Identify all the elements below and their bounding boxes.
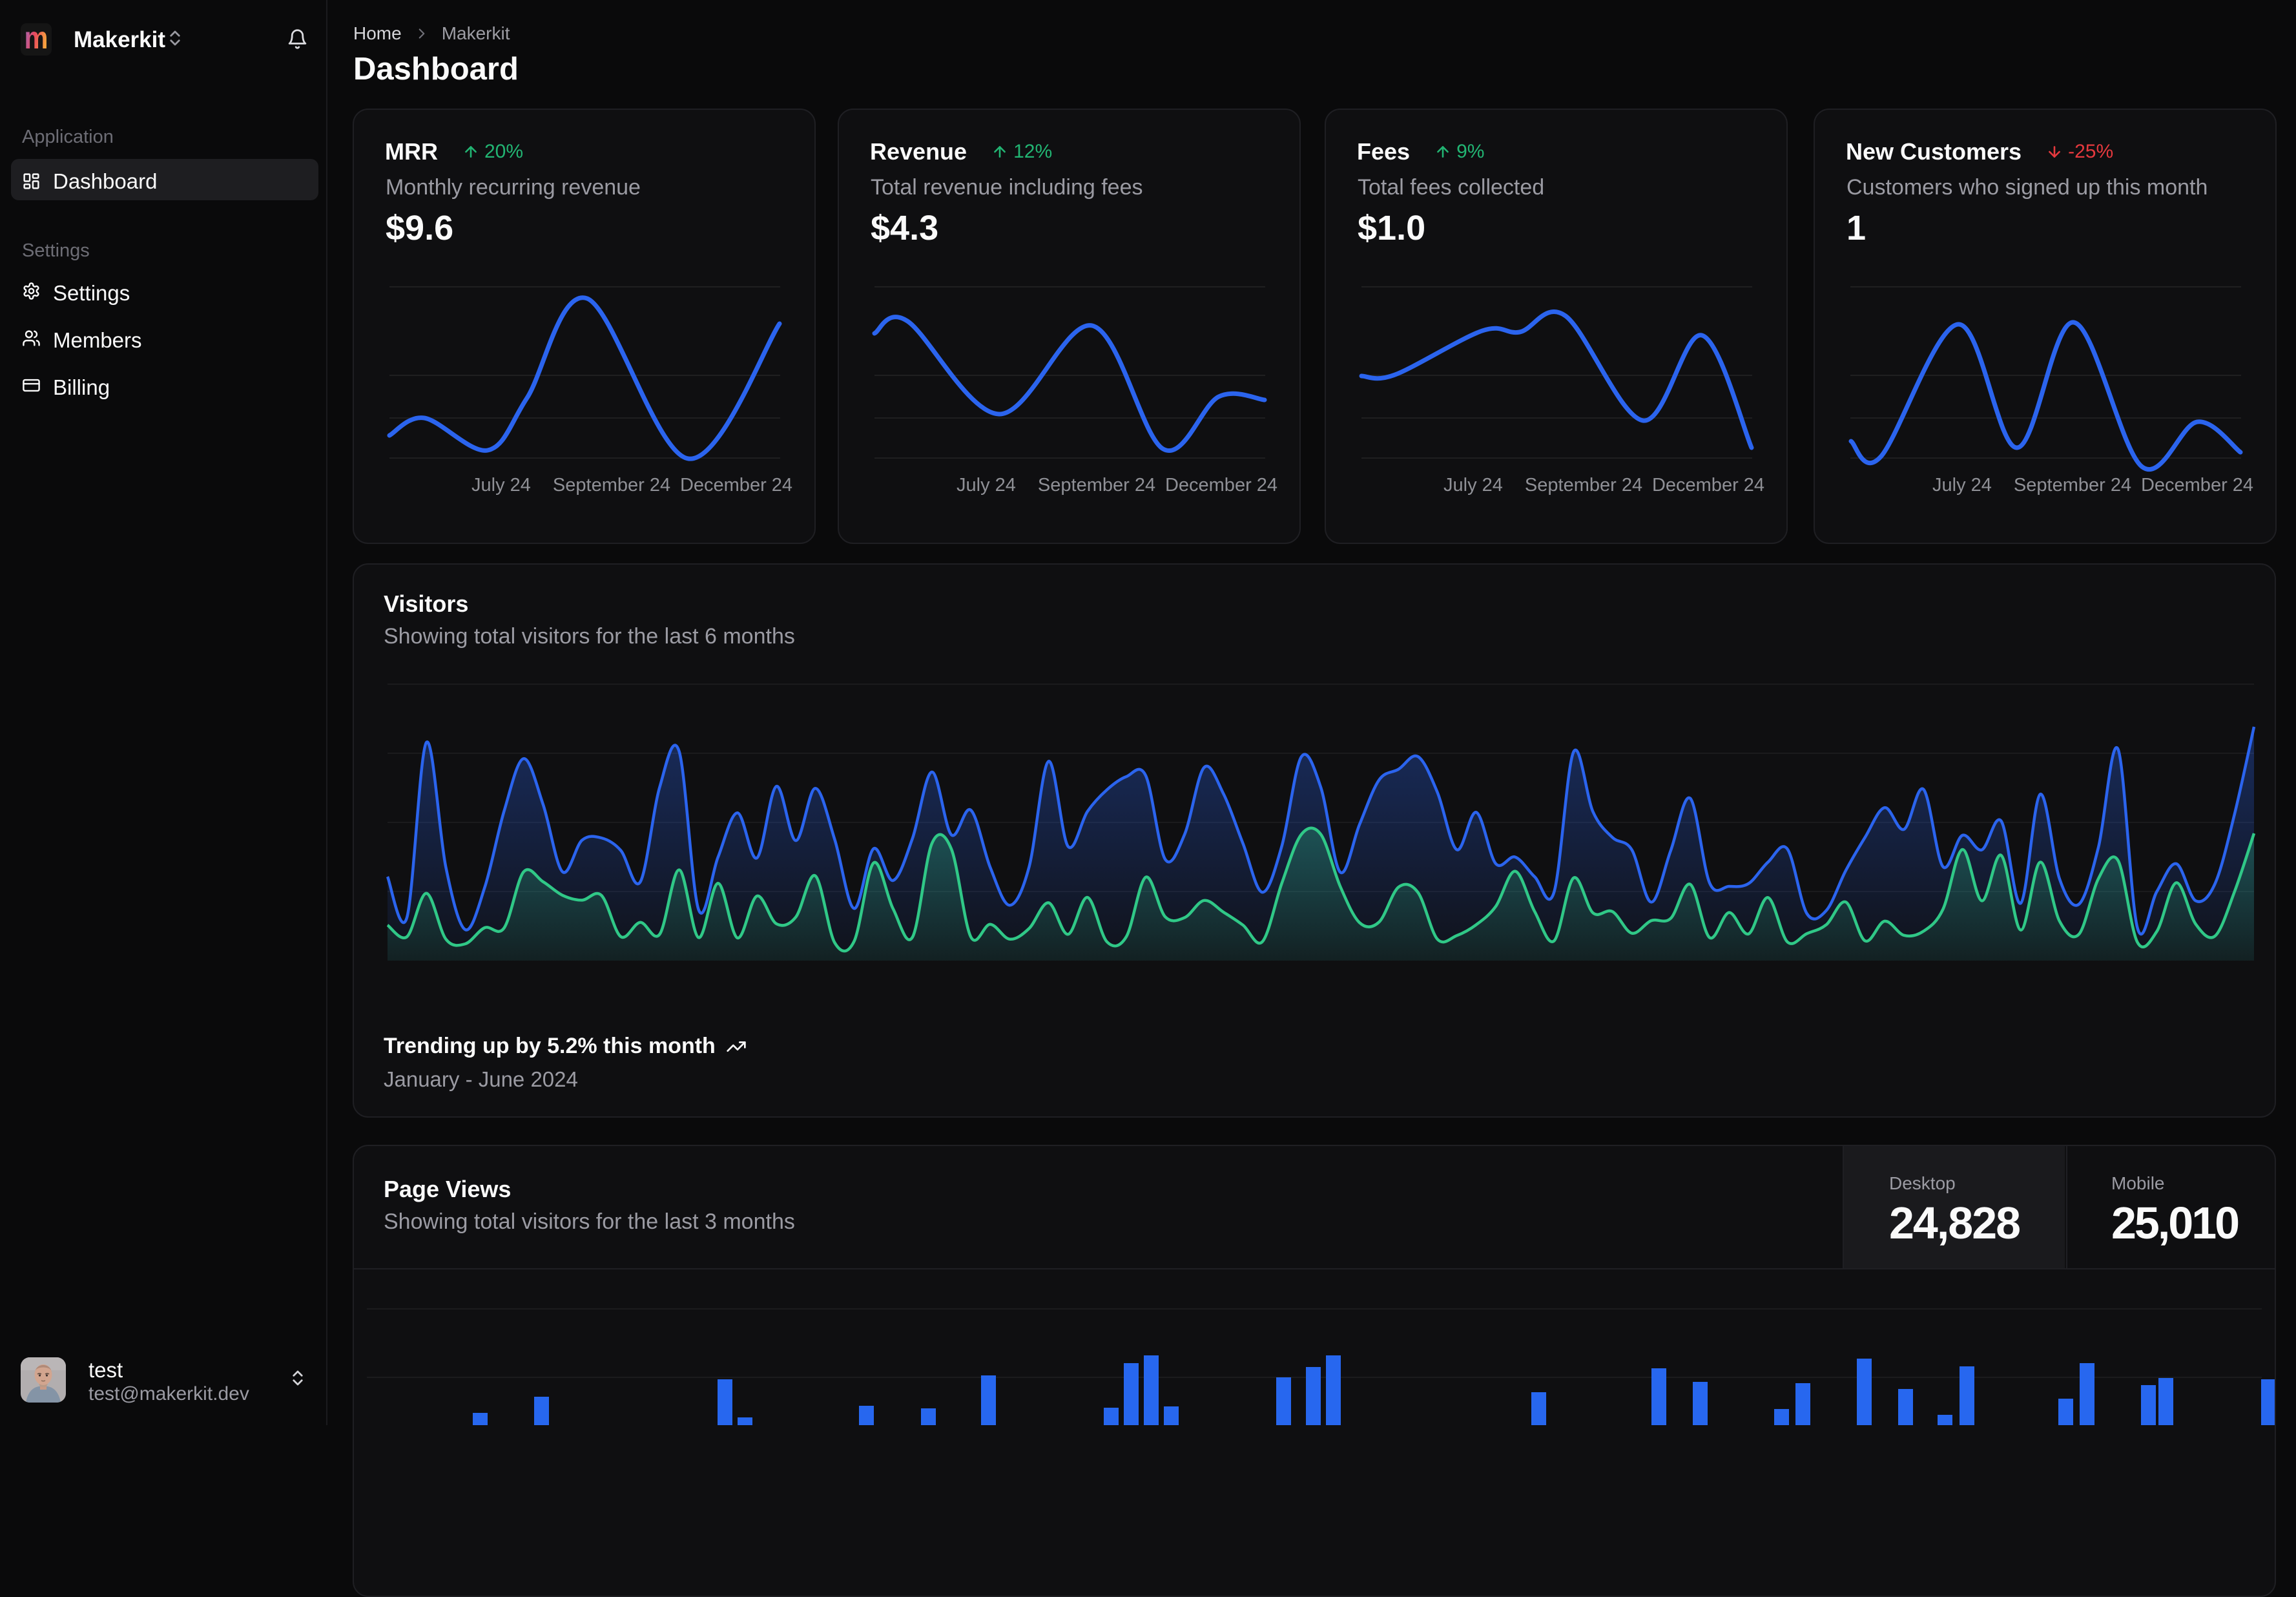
- svg-text:m: m: [25, 23, 48, 56]
